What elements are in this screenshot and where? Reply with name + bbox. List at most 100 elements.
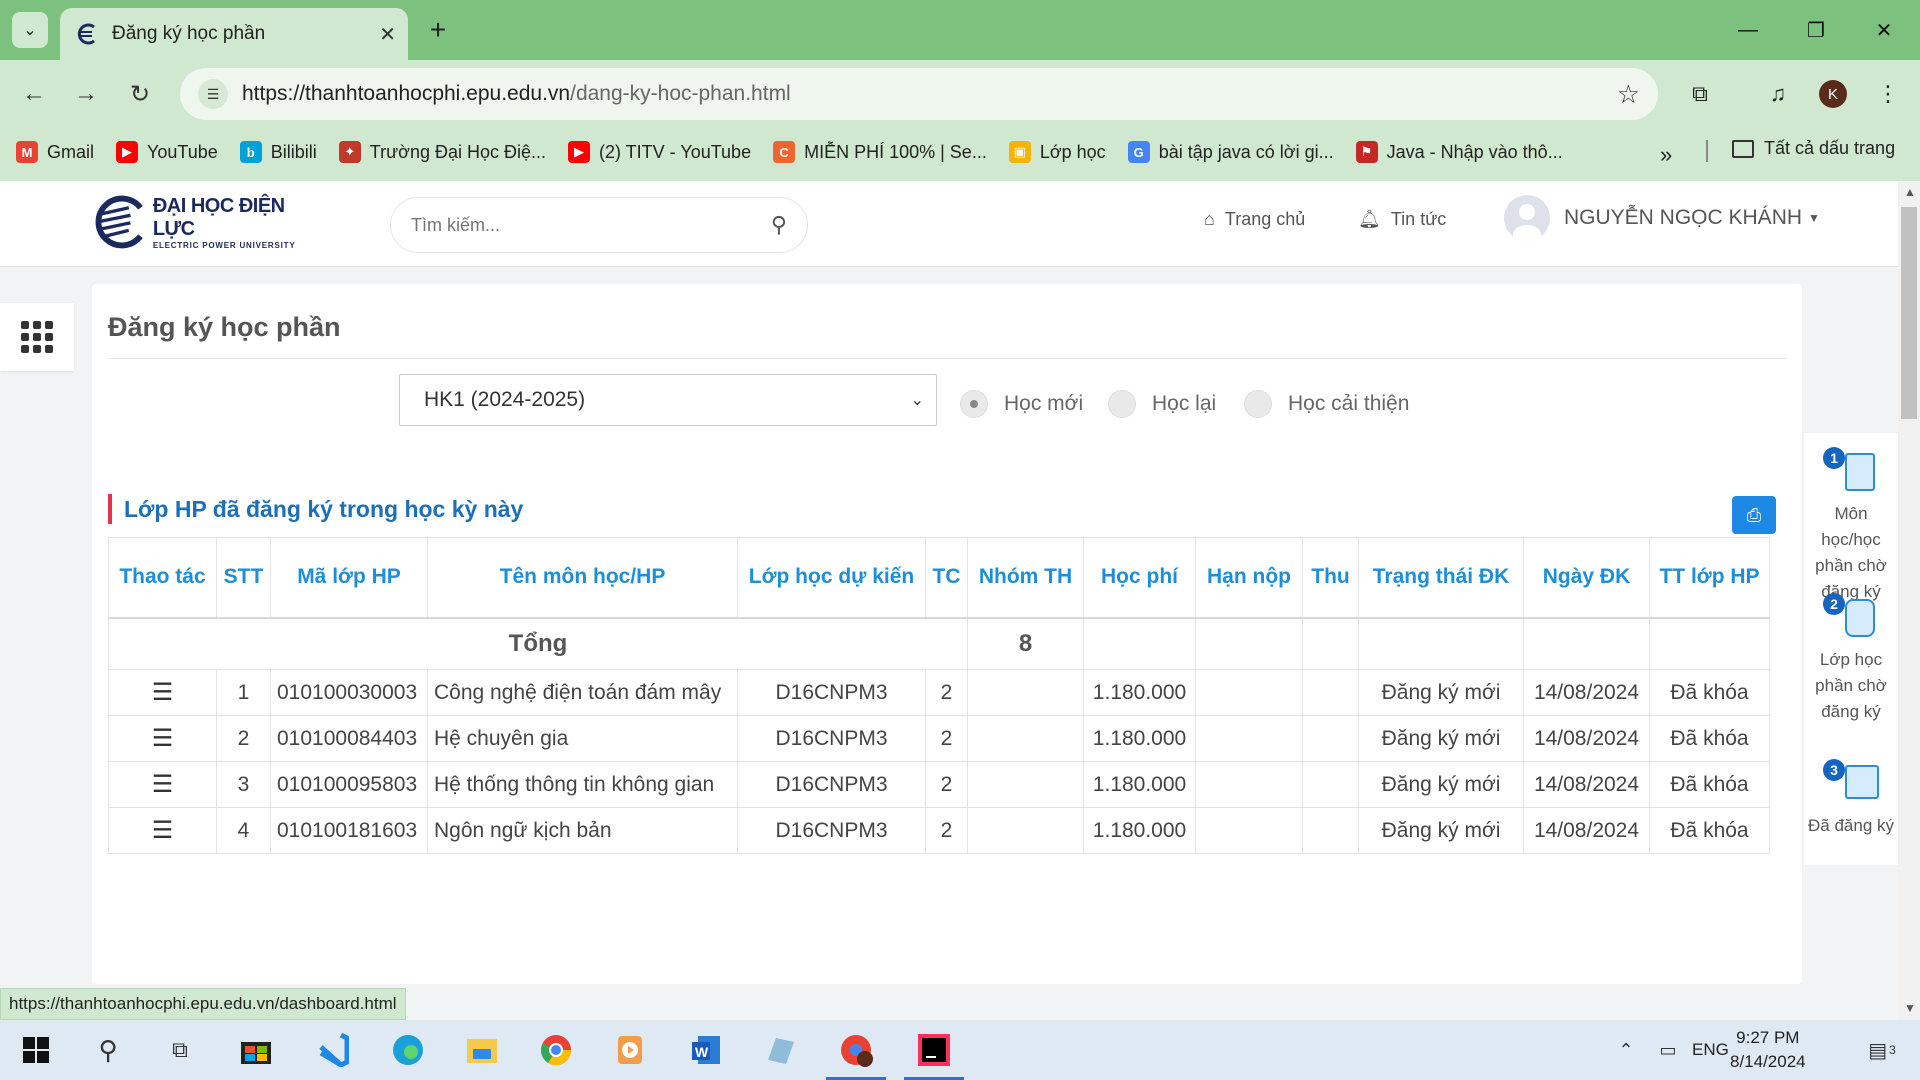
bookmark-item[interactable]: C MIỄN PHÍ 100% | Se... bbox=[773, 141, 987, 163]
table-cell: 2 bbox=[925, 715, 968, 762]
scrollbar-thumb[interactable] bbox=[1901, 207, 1917, 419]
windows-start-icon[interactable] bbox=[14, 1028, 58, 1072]
row-actions-menu-icon[interactable]: ☰ bbox=[108, 669, 217, 716]
chrome-profile-icon[interactable] bbox=[826, 1028, 886, 1080]
folder-drop-icon: 2 bbox=[1821, 593, 1881, 641]
row-actions-menu-icon[interactable]: ☰ bbox=[108, 715, 217, 762]
battery-icon[interactable]: ▭ bbox=[1646, 1028, 1690, 1072]
search-icon[interactable]: ⚲ bbox=[771, 212, 787, 238]
show-hidden-icons-icon[interactable]: ⌃ bbox=[1604, 1028, 1648, 1072]
google-icon: G bbox=[1127, 141, 1150, 163]
snipping-tool-icon[interactable] bbox=[758, 1028, 802, 1072]
registration-steps-panel: 1 Môn học/học phần chờ đăng ký 2 Lớp học… bbox=[1804, 433, 1898, 865]
vscode-icon[interactable] bbox=[310, 1028, 354, 1072]
radio-hoc-cai-thien[interactable]: Học cải thiện bbox=[1244, 390, 1409, 418]
user-menu[interactable]: NGUYỄN NGỌC KHÁNH ▼ bbox=[1504, 195, 1820, 241]
restore-button[interactable]: ❐ bbox=[1796, 12, 1836, 48]
table-cell bbox=[1302, 715, 1359, 762]
youtube-icon: ▶ bbox=[116, 141, 139, 163]
semester-select[interactable]: HK1 (2024-2025) ⌄ bbox=[399, 374, 937, 426]
table-cell: Đăng ký mới bbox=[1358, 807, 1524, 854]
scroll-down-icon[interactable]: ▼ bbox=[1904, 1001, 1916, 1015]
bookmark-item[interactable]: ▶ YouTube bbox=[116, 141, 218, 163]
bookmark-label: bài tập java có lời gi... bbox=[1158, 141, 1334, 162]
apps-menu-button[interactable] bbox=[0, 303, 74, 371]
tab-search-button[interactable]: ⌄ bbox=[12, 12, 48, 48]
step-number: 1 bbox=[1823, 447, 1845, 469]
step-label: Môn học/học phần chờ đăng ký bbox=[1815, 504, 1887, 601]
new-tab-button[interactable]: + bbox=[420, 12, 456, 48]
notification-icon[interactable]: ▤ 3 bbox=[1860, 1028, 1904, 1072]
search-icon[interactable]: ⚲ bbox=[86, 1028, 130, 1072]
radio-hoc-lai[interactable]: Học lại bbox=[1108, 390, 1216, 418]
back-button[interactable]: ← bbox=[14, 74, 54, 114]
extensions-icon[interactable]: ⧉ bbox=[1680, 74, 1720, 114]
table-cell: 14/08/2024 bbox=[1523, 715, 1650, 762]
step-waiting-subjects[interactable]: 1 Môn học/học phần chờ đăng ký bbox=[1804, 447, 1898, 605]
bookmark-item[interactable]: ▣ Lớp học bbox=[1008, 141, 1106, 163]
task-view-icon[interactable]: ⧉ bbox=[158, 1028, 202, 1072]
minimize-button[interactable]: — bbox=[1728, 12, 1768, 48]
university-logo[interactable]: ĐẠI HỌC ĐIỆN LỰC ELECTRIC POWER UNIVERSI… bbox=[92, 187, 302, 257]
epu-logo-icon bbox=[95, 195, 143, 249]
all-bookmarks-label: Tất cả dấu trang bbox=[1764, 138, 1896, 158]
folder-icon bbox=[1732, 139, 1754, 158]
intellij-icon[interactable] bbox=[904, 1028, 964, 1080]
reload-button[interactable]: ↻ bbox=[120, 74, 160, 114]
total-credits: 8 bbox=[967, 617, 1084, 670]
printer-icon: ⎙ bbox=[1746, 504, 1762, 525]
forward-button[interactable]: → bbox=[66, 74, 106, 114]
language-indicator[interactable]: ENG bbox=[1692, 1040, 1729, 1060]
row-actions-menu-icon[interactable]: ☰ bbox=[108, 807, 217, 854]
grid-icon bbox=[21, 321, 53, 353]
step-waiting-classes[interactable]: 2 Lớp học phần chờ đăng ký bbox=[1804, 593, 1898, 725]
media-control-icon[interactable]: ♫ bbox=[1758, 74, 1798, 114]
more-bookmarks-icon[interactable]: » bbox=[1660, 142, 1672, 168]
word-icon[interactable]: W bbox=[684, 1028, 728, 1072]
table-cell: Ngôn ngữ kịch bản bbox=[427, 807, 738, 854]
radio-dot[interactable] bbox=[1108, 390, 1136, 418]
bookmark-item[interactable]: M Gmail bbox=[16, 141, 94, 163]
radio-dot[interactable] bbox=[1244, 390, 1272, 418]
print-button[interactable]: ⎙ bbox=[1732, 496, 1776, 534]
close-window-button[interactable]: ✕ bbox=[1864, 12, 1904, 48]
chrome-icon[interactable] bbox=[534, 1028, 578, 1072]
all-bookmarks-button[interactable]: Tất cả dấu trang bbox=[1732, 138, 1895, 159]
nav-news[interactable]: 🔔︎ Tin tức bbox=[1358, 209, 1446, 230]
nav-home[interactable]: ⌂ Trang chủ bbox=[1204, 209, 1305, 230]
address-bar[interactable]: ☰ https://thanhtoanhocphi.epu.edu.vn/dan… bbox=[180, 68, 1658, 120]
step-label: Đã đăng ký bbox=[1808, 816, 1894, 835]
system-clock[interactable]: 9:27 PM 8/14/2024 bbox=[1730, 1026, 1806, 1074]
site-info-icon[interactable]: ☰ bbox=[198, 79, 228, 109]
bookmark-star-icon[interactable]: ☆ bbox=[1617, 79, 1640, 110]
close-tab-icon[interactable]: ✕ bbox=[379, 22, 396, 47]
browser-menu-icon[interactable]: ⋮ bbox=[1868, 74, 1908, 114]
edge-icon[interactable] bbox=[386, 1028, 430, 1072]
page-scrollbar[interactable]: ▲ ▼ bbox=[1898, 181, 1920, 1023]
url-path: /dang-ky-hoc-phan.html bbox=[570, 82, 791, 105]
step-registered[interactable]: 3 Đã đăng ký bbox=[1804, 759, 1898, 839]
bookmark-item[interactable]: ▶ (2) TITV - YouTube bbox=[568, 141, 751, 163]
file-explorer-icon[interactable] bbox=[460, 1028, 504, 1072]
table-cell: D16CNPM3 bbox=[737, 807, 926, 854]
document-icon: 1 bbox=[1821, 447, 1881, 495]
url-text[interactable]: https://thanhtoanhocphi.epu.edu.vn/dang-… bbox=[242, 82, 1617, 106]
row-actions-menu-icon[interactable]: ☰ bbox=[108, 761, 217, 808]
bookmark-item[interactable]: Gbài tập java có lời gi... bbox=[1127, 141, 1334, 163]
radio-hoc-moi[interactable]: Học mới bbox=[960, 390, 1083, 418]
active-tab[interactable]: Đăng ký học phần ✕ bbox=[60, 8, 408, 60]
bookmark-item[interactable]: ⚑ Java - Nhập vào thô... bbox=[1355, 141, 1563, 163]
bookmark-item[interactable]: b Bilibili bbox=[239, 141, 317, 163]
search-input[interactable] bbox=[411, 214, 771, 236]
col-header: Học phí bbox=[1083, 537, 1196, 619]
youtube-icon: ▶ bbox=[568, 141, 590, 163]
bookmark-item[interactable]: ✦ Trường Đại Học Điệ... bbox=[338, 141, 546, 163]
store-icon[interactable] bbox=[234, 1028, 278, 1072]
search-box[interactable]: ⚲ bbox=[390, 197, 808, 253]
scroll-up-icon[interactable]: ▲ bbox=[1904, 185, 1916, 199]
media-player-icon[interactable] bbox=[608, 1028, 652, 1072]
radio-dot[interactable] bbox=[960, 390, 988, 418]
bookmark-label: YouTube bbox=[147, 141, 218, 162]
semester-value: HK1 (2024-2025) bbox=[424, 388, 586, 411]
profile-avatar[interactable]: K bbox=[1819, 80, 1847, 108]
